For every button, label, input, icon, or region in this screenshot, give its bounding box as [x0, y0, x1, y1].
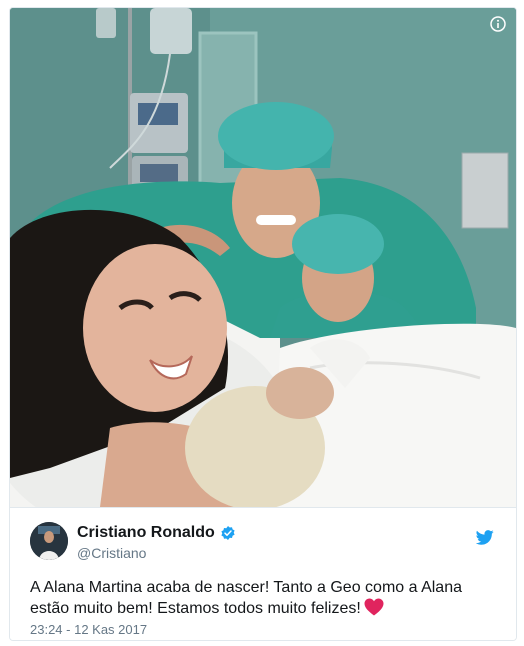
info-icon[interactable] — [490, 16, 506, 32]
tweet-text: A Alana Martina acaba de nascer! Tanto a… — [30, 577, 500, 619]
tweet-text-content: A Alana Martina acaba de nascer! Tanto a… — [30, 579, 462, 617]
twitter-bird-icon[interactable] — [476, 530, 494, 545]
author-name-row[interactable]: Cristiano Ronaldo — [77, 524, 236, 542]
tweet-timestamp[interactable]: 23:24 - 12 Kas 2017 — [30, 622, 147, 637]
tweet-photo[interactable] — [10, 8, 516, 507]
verified-badge-icon — [221, 526, 235, 540]
avatar[interactable] — [30, 522, 68, 560]
author-handle[interactable]: @Cristiano — [77, 545, 146, 561]
heart-icon — [364, 598, 384, 616]
tweet-card: Cristiano Ronaldo @Cristiano A Alana Mar… — [9, 7, 517, 641]
photo-illustration — [10, 8, 516, 507]
avatar-image — [30, 522, 68, 560]
author-name[interactable]: Cristiano Ronaldo — [77, 524, 215, 542]
tweet-footer: Cristiano Ronaldo @Cristiano A Alana Mar… — [10, 507, 516, 640]
